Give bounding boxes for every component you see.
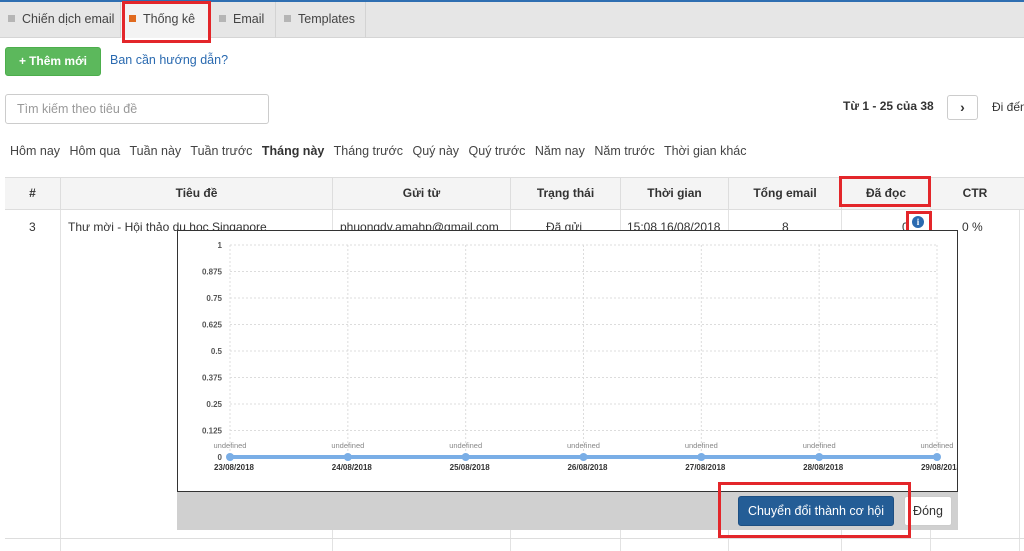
column-header-title[interactable]: Tiêu đề xyxy=(60,178,332,209)
close-popup-button[interactable]: Đóng xyxy=(904,496,952,526)
column-header-time[interactable]: Thời gian xyxy=(620,178,728,209)
y-tick-label: 0 xyxy=(218,453,223,462)
read-stats-line-chart: 0 0.125 0.25 0.375 0.5 0.625 0.75 0.875 1 23/08/2… xyxy=(202,241,962,472)
convert-to-opportunity-button[interactable]: Chuyển đổi thành cơ hội xyxy=(738,496,894,526)
date-filter-last-month[interactable]: Tháng trước xyxy=(334,144,403,158)
table-header: # Tiêu đề Gửi từ Trạng thái Thời gian Tổ… xyxy=(5,177,1024,210)
tab-label: Thống kê xyxy=(143,12,196,26)
tab-statistics[interactable]: Thống kê xyxy=(121,2,211,38)
data-point-label: undefined xyxy=(685,441,718,450)
y-tick-label: 0.75 xyxy=(206,294,222,303)
tab-label: Email xyxy=(233,12,265,26)
data-point xyxy=(933,453,941,461)
info-icon[interactable]: i xyxy=(912,216,924,228)
date-filter-bar: Hôm nay Hôm qua Tuần này Tuần trước Thán… xyxy=(10,144,753,158)
data-point xyxy=(579,453,588,461)
date-filter-this-year[interactable]: Năm nay xyxy=(535,144,585,158)
y-tick-label: 1 xyxy=(218,241,223,250)
x-tick-label: 23/08/2018 xyxy=(214,463,255,472)
tab-templates[interactable]: Templates xyxy=(276,2,366,38)
column-header-ctr[interactable]: CTR xyxy=(930,178,1019,209)
tab-email[interactable]: Email xyxy=(211,2,276,38)
data-point-label: undefined xyxy=(921,441,954,450)
data-point-label: undefined xyxy=(567,441,600,450)
y-tick-label: 0.5 xyxy=(211,347,223,356)
tab-campaigns[interactable]: Chiến dịch email xyxy=(0,2,121,38)
square-icon xyxy=(284,15,291,22)
column-header-total-email[interactable]: Tổng email xyxy=(728,178,841,209)
data-point xyxy=(343,453,352,461)
read-stats-popup: 0 0.125 0.25 0.375 0.5 0.625 0.75 0.875 1 23/08/2… xyxy=(177,230,962,492)
date-filter-this-quarter[interactable]: Quý này xyxy=(412,144,459,158)
search-input[interactable] xyxy=(5,94,269,124)
date-filter-other[interactable]: Thời gian khác xyxy=(664,144,747,158)
date-filter-this-week[interactable]: Tuần này xyxy=(130,144,182,158)
x-tick-label: 25/08/2018 xyxy=(450,463,491,472)
table-row[interactable] xyxy=(5,538,1024,551)
date-filter-last-year[interactable]: Năm trước xyxy=(594,144,654,158)
x-tick-label: 26/08/2018 xyxy=(567,463,608,472)
data-point xyxy=(226,453,234,461)
row-ctr: 0 % xyxy=(962,220,983,234)
column-header-from[interactable]: Gửi từ xyxy=(332,178,510,209)
add-new-label: Thêm mới xyxy=(29,54,87,68)
square-icon xyxy=(129,15,136,22)
date-filter-last-week[interactable]: Tuần trước xyxy=(190,144,252,158)
pagination-range: Từ 1 - 25 của 38 xyxy=(843,99,934,113)
column-header-read[interactable]: Đã đọc xyxy=(841,178,930,209)
tab-label: Chiến dịch email xyxy=(22,12,115,26)
data-point xyxy=(461,453,470,461)
y-tick-label: 0.875 xyxy=(202,268,223,277)
date-filter-this-month[interactable]: Tháng này xyxy=(262,144,325,158)
plus-icon: + xyxy=(19,54,27,68)
date-filter-last-quarter[interactable]: Quý trước xyxy=(469,144,526,158)
y-tick-label: 0.375 xyxy=(202,374,223,383)
column-header-index[interactable]: # xyxy=(5,178,60,209)
y-tick-label: 0.625 xyxy=(202,321,223,330)
x-tick-label: 27/08/2018 xyxy=(685,463,726,472)
y-tick-label: 0.25 xyxy=(206,400,222,409)
data-point-label: undefined xyxy=(803,441,836,450)
data-point-label: undefined xyxy=(449,441,482,450)
column-header-status[interactable]: Trạng thái xyxy=(510,178,620,209)
date-filter-today[interactable]: Hôm nay xyxy=(10,144,60,158)
x-tick-label: 28/08/2018 xyxy=(803,463,844,472)
add-new-button[interactable]: + Thêm mới xyxy=(5,47,101,76)
square-icon xyxy=(219,15,226,22)
x-tick-label: 29/08/2018 xyxy=(921,463,957,472)
square-icon xyxy=(8,15,15,22)
data-point xyxy=(697,453,706,461)
next-page-button[interactable]: › xyxy=(947,95,978,120)
data-point-label: undefined xyxy=(214,441,247,450)
data-point xyxy=(815,453,824,461)
date-filter-yesterday[interactable]: Hôm qua xyxy=(70,144,121,158)
tab-label: Templates xyxy=(298,12,355,26)
goto-page-label[interactable]: Đi đến xyxy=(992,100,1024,114)
tab-bar: Chiến dịch email Thống kê Email Template… xyxy=(0,2,1024,38)
data-point-label: undefined xyxy=(331,441,364,450)
help-link[interactable]: Ban cần hướng dẫn? xyxy=(110,53,228,67)
row-index: 3 xyxy=(29,220,36,234)
y-tick-label: 0.125 xyxy=(202,427,223,436)
x-tick-label: 24/08/2018 xyxy=(332,463,373,472)
